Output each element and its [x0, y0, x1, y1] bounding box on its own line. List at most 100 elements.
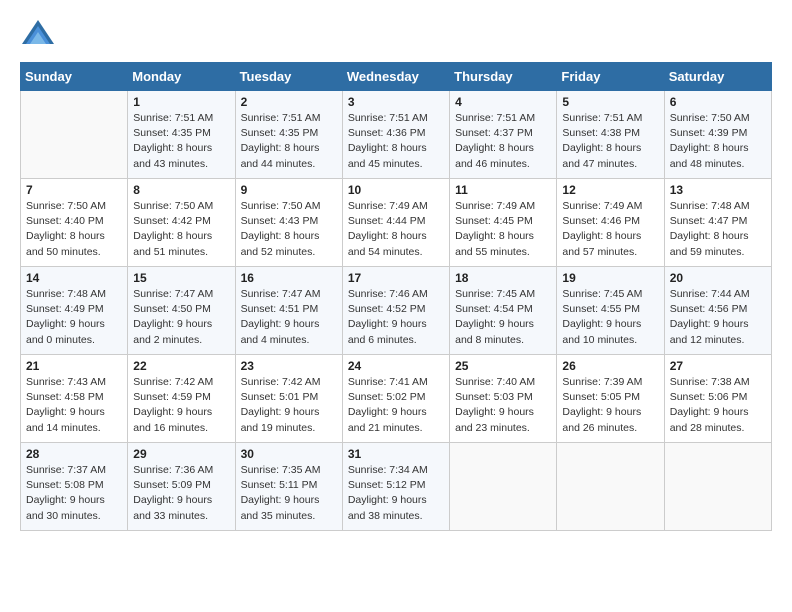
- calendar-cell: 25 Sunrise: 7:40 AMSunset: 5:03 PMDayligh…: [450, 355, 557, 443]
- calendar-cell: 14 Sunrise: 7:48 AMSunset: 4:49 PMDayligh…: [21, 267, 128, 355]
- day-number: 7: [26, 183, 122, 197]
- day-detail: Sunrise: 7:50 AMSunset: 4:40 PMDaylight:…: [26, 199, 122, 260]
- weekday-header-friday: Friday: [557, 63, 664, 91]
- day-number: 26: [562, 359, 658, 373]
- weekday-header-tuesday: Tuesday: [235, 63, 342, 91]
- calendar-cell: 19Sunrise: 7:45 AMSunset: 4:55 PMDayligh…: [557, 267, 664, 355]
- day-number: 10: [348, 183, 444, 197]
- day-number: 14: [26, 271, 122, 285]
- calendar-cell: 3 Sunrise: 7:51 AMSunset: 4:36 PMDaylight…: [342, 91, 449, 179]
- day-number: 17: [348, 271, 444, 285]
- calendar-cell: 5 Sunrise: 7:51 AMSunset: 4:38 PMDaylight…: [557, 91, 664, 179]
- day-detail: Sunrise: 7:48 AMSunset: 4:47 PMDaylight:…: [670, 199, 766, 260]
- day-number: 30: [241, 447, 337, 461]
- calendar-cell: 7 Sunrise: 7:50 AMSunset: 4:40 PMDaylight…: [21, 179, 128, 267]
- week-row-3: 14 Sunrise: 7:48 AMSunset: 4:49 PMDayligh…: [21, 267, 772, 355]
- day-detail: Sunrise: 7:38 AMSunset: 5:06 PMDaylight:…: [670, 375, 766, 436]
- day-detail: Sunrise: 7:44 AMSunset: 4:56 PMDaylight:…: [670, 287, 766, 348]
- day-detail: Sunrise: 7:49 AMSunset: 4:46 PMDaylight:…: [562, 199, 658, 260]
- weekday-header-monday: Monday: [128, 63, 235, 91]
- weekday-header-wednesday: Wednesday: [342, 63, 449, 91]
- day-detail: Sunrise: 7:34 AMSunset: 5:12 PMDaylight:…: [348, 463, 444, 524]
- page: SundayMondayTuesdayWednesdayThursdayFrid…: [0, 0, 792, 612]
- day-number: 2: [241, 95, 337, 109]
- weekday-header-saturday: Saturday: [664, 63, 771, 91]
- day-detail: Sunrise: 7:42 AMSunset: 4:59 PMDaylight:…: [133, 375, 229, 436]
- day-number: 4: [455, 95, 551, 109]
- weekday-header-sunday: Sunday: [21, 63, 128, 91]
- calendar-cell: 12 Sunrise: 7:49 AMSunset: 4:46 PMDayligh…: [557, 179, 664, 267]
- day-number: 31: [348, 447, 444, 461]
- calendar-cell: [450, 443, 557, 531]
- day-detail: Sunrise: 7:50 AMSunset: 4:43 PMDaylight:…: [241, 199, 337, 260]
- day-number: 5: [562, 95, 658, 109]
- calendar-cell: 21 Sunrise: 7:43 AMSunset: 4:58 PMDayligh…: [21, 355, 128, 443]
- day-number: 6: [670, 95, 766, 109]
- weekday-header-row: SundayMondayTuesdayWednesdayThursdayFrid…: [21, 63, 772, 91]
- calendar-cell: 29 Sunrise: 7:36 AMSunset: 5:09 PMDayligh…: [128, 443, 235, 531]
- day-detail: Sunrise: 7:39 AMSunset: 5:05 PMDaylight:…: [562, 375, 658, 436]
- week-row-4: 21 Sunrise: 7:43 AMSunset: 4:58 PMDayligh…: [21, 355, 772, 443]
- week-row-1: 1Sunrise: 7:51 AMSunset: 4:35 PMDaylight…: [21, 91, 772, 179]
- calendar-cell: 18 Sunrise: 7:45 AMSunset: 4:54 PMDayligh…: [450, 267, 557, 355]
- day-detail: Sunrise: 7:40 AMSunset: 5:03 PMDaylight:…: [455, 375, 551, 436]
- calendar-cell: 11Sunrise: 7:49 AMSunset: 4:45 PMDayligh…: [450, 179, 557, 267]
- day-number: 15: [133, 271, 229, 285]
- day-detail: Sunrise: 7:45 AMSunset: 4:54 PMDaylight:…: [455, 287, 551, 348]
- day-detail: Sunrise: 7:50 AMSunset: 4:39 PMDaylight:…: [670, 111, 766, 172]
- day-detail: Sunrise: 7:51 AMSunset: 4:36 PMDaylight:…: [348, 111, 444, 172]
- day-detail: Sunrise: 7:49 AMSunset: 4:44 PMDaylight:…: [348, 199, 444, 260]
- day-detail: Sunrise: 7:42 AMSunset: 5:01 PMDaylight:…: [241, 375, 337, 436]
- day-number: 21: [26, 359, 122, 373]
- day-number: 25: [455, 359, 551, 373]
- calendar-cell: 26 Sunrise: 7:39 AMSunset: 5:05 PMDayligh…: [557, 355, 664, 443]
- day-number: 20: [670, 271, 766, 285]
- day-detail: Sunrise: 7:46 AMSunset: 4:52 PMDaylight:…: [348, 287, 444, 348]
- calendar-cell: [557, 443, 664, 531]
- calendar-cell: [664, 443, 771, 531]
- day-number: 19: [562, 271, 658, 285]
- calendar-cell: 9Sunrise: 7:50 AMSunset: 4:43 PMDaylight…: [235, 179, 342, 267]
- day-number: 24: [348, 359, 444, 373]
- day-detail: Sunrise: 7:49 AMSunset: 4:45 PMDaylight:…: [455, 199, 551, 260]
- day-number: 16: [241, 271, 337, 285]
- day-detail: Sunrise: 7:36 AMSunset: 5:09 PMDaylight:…: [133, 463, 229, 524]
- day-number: 27: [670, 359, 766, 373]
- day-detail: Sunrise: 7:48 AMSunset: 4:49 PMDaylight:…: [26, 287, 122, 348]
- day-number: 12: [562, 183, 658, 197]
- calendar-cell: 13 Sunrise: 7:48 AMSunset: 4:47 PMDayligh…: [664, 179, 771, 267]
- day-detail: Sunrise: 7:51 AMSunset: 4:35 PMDaylight:…: [133, 111, 229, 172]
- day-number: 29: [133, 447, 229, 461]
- calendar-cell: 1Sunrise: 7:51 AMSunset: 4:35 PMDaylight…: [128, 91, 235, 179]
- logo-area: [20, 16, 60, 52]
- day-detail: Sunrise: 7:51 AMSunset: 4:35 PMDaylight:…: [241, 111, 337, 172]
- day-detail: Sunrise: 7:47 AMSunset: 4:50 PMDaylight:…: [133, 287, 229, 348]
- day-detail: Sunrise: 7:41 AMSunset: 5:02 PMDaylight:…: [348, 375, 444, 436]
- day-number: 13: [670, 183, 766, 197]
- logo-icon: [20, 16, 56, 52]
- day-detail: Sunrise: 7:43 AMSunset: 4:58 PMDaylight:…: [26, 375, 122, 436]
- day-detail: Sunrise: 7:37 AMSunset: 5:08 PMDaylight:…: [26, 463, 122, 524]
- calendar-cell: 27 Sunrise: 7:38 AMSunset: 5:06 PMDayligh…: [664, 355, 771, 443]
- day-detail: Sunrise: 7:51 AMSunset: 4:38 PMDaylight:…: [562, 111, 658, 172]
- calendar-cell: 8 Sunrise: 7:50 AMSunset: 4:42 PMDaylight…: [128, 179, 235, 267]
- calendar-cell: 20 Sunrise: 7:44 AMSunset: 4:56 PMDayligh…: [664, 267, 771, 355]
- day-detail: Sunrise: 7:35 AMSunset: 5:11 PMDaylight:…: [241, 463, 337, 524]
- week-row-5: 28Sunrise: 7:37 AMSunset: 5:08 PMDayligh…: [21, 443, 772, 531]
- calendar-cell: 24 Sunrise: 7:41 AMSunset: 5:02 PMDayligh…: [342, 355, 449, 443]
- calendar-cell: 30 Sunrise: 7:35 AMSunset: 5:11 PMDayligh…: [235, 443, 342, 531]
- calendar-cell: 15 Sunrise: 7:47 AMSunset: 4:50 PMDayligh…: [128, 267, 235, 355]
- day-number: 8: [133, 183, 229, 197]
- calendar-cell: 31 Sunrise: 7:34 AMSunset: 5:12 PMDayligh…: [342, 443, 449, 531]
- calendar-cell: 17 Sunrise: 7:46 AMSunset: 4:52 PMDayligh…: [342, 267, 449, 355]
- day-number: 3: [348, 95, 444, 109]
- calendar-cell: [21, 91, 128, 179]
- day-detail: Sunrise: 7:50 AMSunset: 4:42 PMDaylight:…: [133, 199, 229, 260]
- day-number: 18: [455, 271, 551, 285]
- calendar-cell: 10 Sunrise: 7:49 AMSunset: 4:44 PMDayligh…: [342, 179, 449, 267]
- calendar-cell: 2 Sunrise: 7:51 AMSunset: 4:35 PMDaylight…: [235, 91, 342, 179]
- day-number: 22: [133, 359, 229, 373]
- day-detail: Sunrise: 7:51 AMSunset: 4:37 PMDaylight:…: [455, 111, 551, 172]
- header: [20, 16, 772, 52]
- calendar-cell: 4 Sunrise: 7:51 AMSunset: 4:37 PMDaylight…: [450, 91, 557, 179]
